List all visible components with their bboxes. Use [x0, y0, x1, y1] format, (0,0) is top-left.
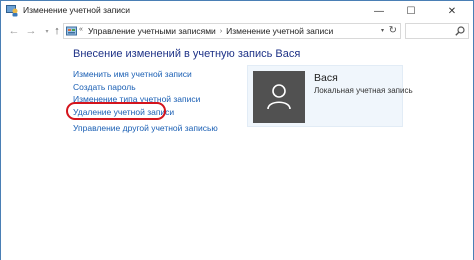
forward-button[interactable]: →: [24, 23, 38, 39]
highlight-annotation: [66, 102, 166, 120]
page-heading: Внесение изменений в учетную запись Вася: [73, 48, 301, 60]
breadcrumb-user-accounts[interactable]: Управление учетными записями: [88, 26, 216, 36]
search-icon: [455, 26, 465, 36]
create-password-link[interactable]: Создать пароль: [73, 82, 136, 92]
account-type: Локальная учетная запись: [314, 86, 413, 95]
main-content: Внесение изменений в учетную запись Вася…: [0, 42, 474, 260]
address-dropdown-button[interactable]: ▾: [381, 27, 384, 34]
breadcrumb-separator[interactable]: ›: [220, 28, 222, 35]
search-input[interactable]: [405, 23, 469, 39]
account-card: Вася Локальная учетная запись: [247, 65, 413, 127]
close-button[interactable]: ✕: [429, 1, 474, 21]
back-button[interactable]: ←: [7, 23, 21, 39]
breadcrumb: Управление учетными записями › Изменение…: [88, 26, 333, 36]
window-title: Изменение учетной записи: [23, 5, 131, 15]
up-button[interactable]: ↑: [50, 23, 64, 39]
user-accounts-icon: [6, 4, 19, 17]
breadcrumb-overflow-button[interactable]: «: [79, 26, 83, 33]
minimize-button[interactable]: —: [365, 1, 393, 21]
avatar: [253, 71, 305, 123]
change-account-name-link[interactable]: Изменить имя учетной записи: [73, 69, 192, 79]
maximize-button[interactable]: ☐: [397, 1, 425, 21]
user-silhouette-icon: [264, 81, 294, 113]
title-bar: Изменение учетной записи — ☐ ✕: [0, 0, 474, 20]
manage-another-account-link[interactable]: Управление другой учетной записью: [73, 123, 218, 133]
refresh-button[interactable]: ↻: [389, 25, 397, 36]
address-bar[interactable]: « Управление учетными записями › Изменен…: [63, 23, 401, 39]
account-name: Вася: [314, 72, 338, 84]
navigation-bar: ← → ▾ ↑ « Управление учетными записями ›…: [0, 20, 474, 42]
control-panel-icon: [66, 26, 77, 37]
breadcrumb-change-account[interactable]: Изменение учетной записи: [226, 26, 333, 36]
